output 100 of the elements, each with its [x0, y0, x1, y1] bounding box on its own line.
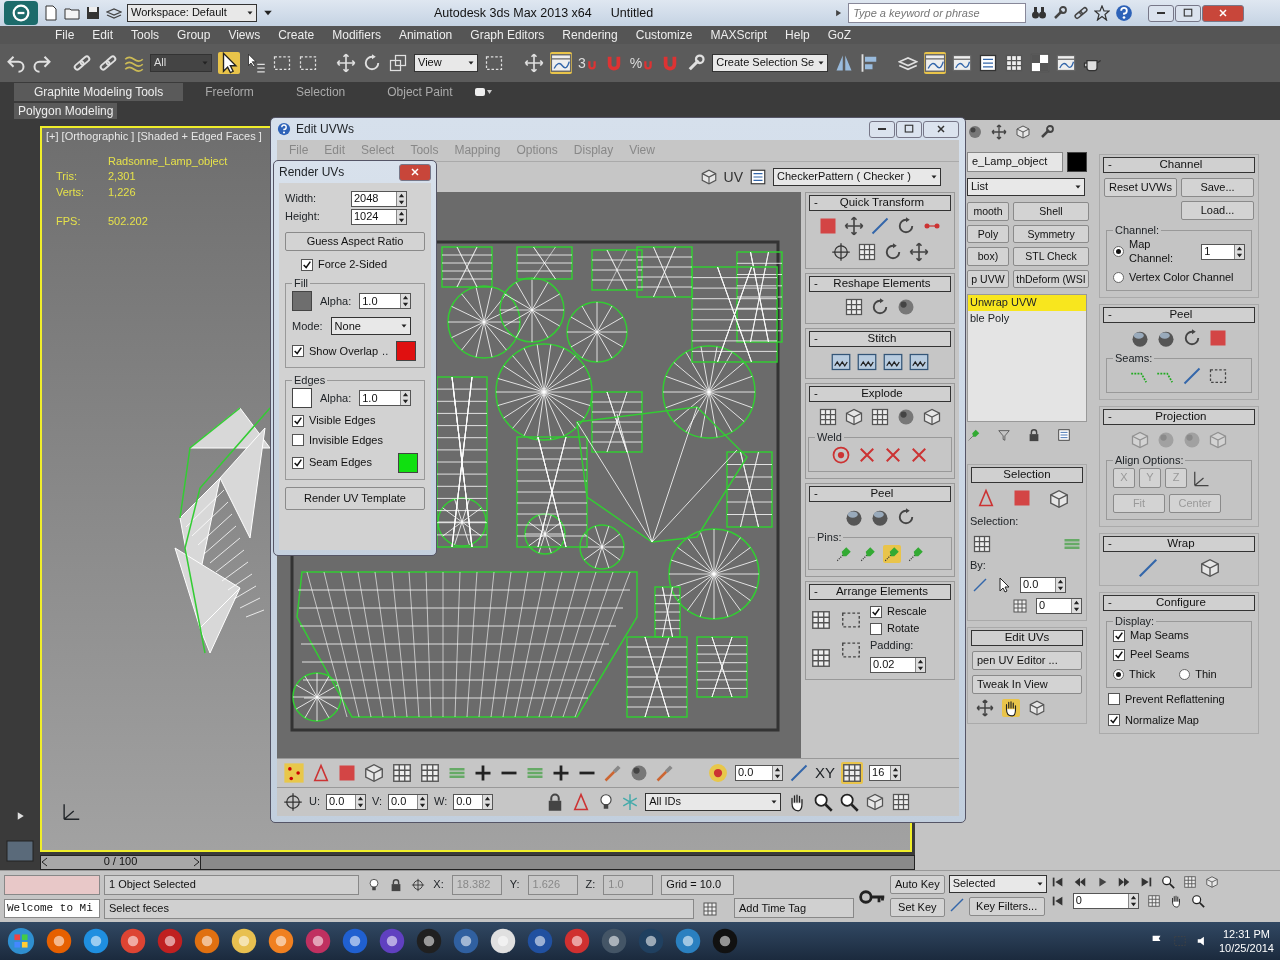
guess-aspect-button[interactable]: Guess Aspect Ratio	[285, 232, 425, 252]
menu-item[interactable]: Help	[776, 27, 819, 43]
menu-item[interactable]: Animation	[389, 27, 462, 43]
rollout-header[interactable]: - Channel	[1103, 157, 1255, 173]
viewport-label[interactable]: [+] [Orthographic ] [Shaded + Edged Faces ]	[46, 130, 262, 142]
window-title: Edit UVWs	[296, 121, 354, 137]
ribbon-tab[interactable]: Selection	[275, 82, 366, 102]
rollout-header[interactable]: - Reshape Elements	[809, 276, 951, 292]
rollout-header[interactable]: - Configure	[1103, 595, 1255, 612]
menu-item[interactable]: Group	[168, 27, 220, 43]
radio-label: Map Channel:	[1129, 238, 1175, 265]
alpha-spinner[interactable]: 1.0	[359, 390, 412, 407]
modifier-button[interactable]: box)	[967, 247, 1009, 266]
rollout-header[interactable]: Selection	[971, 467, 1083, 484]
modifier-button[interactable]: Shell	[1013, 202, 1089, 221]
ribbon-tab[interactable]: Object Paint	[367, 82, 473, 102]
editor-button[interactable]: pen UV Editor ...	[972, 650, 1082, 670]
size-spinner[interactable]: 2048	[351, 191, 407, 207]
menu-item[interactable]: GoZ	[818, 27, 861, 43]
rollout-header[interactable]: - Wrap	[1103, 536, 1255, 553]
texture-dropdown[interactable]: CheckerPattern ( Checker )	[773, 168, 941, 186]
ribbon-tab[interactable]: Graphite Modeling Tools	[14, 82, 184, 102]
key-filters-button[interactable]: Key Filters...	[968, 897, 1045, 917]
menu-item[interactable]: Tools	[122, 27, 169, 43]
menu-item[interactable]: Views	[219, 27, 270, 43]
falloff-spinner[interactable]: 0.0	[735, 765, 783, 781]
menu-item[interactable]: Customize	[626, 27, 702, 43]
clock-time: 12:31 PM	[1221, 926, 1271, 941]
menu-item[interactable]: Modifiers	[323, 27, 390, 43]
mode-dropdown[interactable]: None	[330, 317, 411, 336]
checkbox-label: Normalize Map	[1125, 713, 1199, 728]
size-spinner[interactable]: 1024	[351, 209, 407, 225]
alpha-spinner[interactable]: 1.0	[359, 293, 412, 310]
set-key-button[interactable]: Set Key	[890, 898, 945, 918]
editor-button[interactable]: Tweak In View	[972, 674, 1082, 695]
time-slider-track[interactable]: 0 / 100	[40, 854, 915, 870]
checkbox-label: Invisible Edges	[309, 433, 383, 447]
reset-button[interactable]: Reset UVWs	[1104, 178, 1177, 198]
group-label: Edges	[293, 375, 327, 387]
menu-item[interactable]: Create	[269, 27, 324, 43]
coord-spinner[interactable]: 0.0	[388, 794, 428, 810]
render-template-button[interactable]: Render UV Template	[285, 486, 425, 510]
menu-item[interactable]: File	[46, 27, 84, 43]
rollout-header[interactable]: - Peel	[1103, 306, 1255, 323]
rollout-header[interactable]: - Stitch	[809, 331, 951, 347]
object-name-field[interactable]: e_Lamp_object	[967, 152, 1063, 172]
menu-item[interactable]: Graph Editors	[461, 27, 554, 43]
group-label: Display:	[1114, 616, 1156, 628]
selection-filter-dropdown[interactable]: All	[150, 54, 212, 72]
rollout-header[interactable]: Edit UVs	[971, 629, 1083, 646]
padding-spinner[interactable]: 0.02	[870, 656, 926, 673]
ribbon-panel-tab[interactable]: Polygon Modeling	[14, 102, 118, 120]
ribbon-tab[interactable]: Freeform	[185, 82, 274, 102]
snap-toggle-button[interactable]: 3	[578, 54, 598, 72]
coord-label: V:	[372, 795, 382, 809]
checkbox-label: Show Overlap	[309, 344, 379, 358]
script-output-field[interactable]: Welcome to Mi	[4, 898, 100, 918]
grid-spinner[interactable]: 16	[869, 765, 901, 781]
modifier-stack-item[interactable]: ble Poly	[968, 310, 1086, 326]
threshold-spinner[interactable]: 0.0	[1020, 576, 1066, 593]
menu-item[interactable]: Rendering	[553, 27, 627, 43]
modifier-stack-item[interactable]: Unwrap UVW	[968, 295, 1086, 311]
frame-spinner[interactable]: 0	[1072, 893, 1139, 909]
group-label: Align Options:	[1114, 454, 1185, 466]
group-label: Fill	[293, 278, 310, 290]
coord-spinner[interactable]: 0.0	[326, 794, 366, 810]
save-button[interactable]: Save...	[1181, 178, 1254, 198]
group-label: Pins:	[816, 532, 843, 543]
modifier-button[interactable]: Poly	[967, 224, 1009, 244]
rollout-header[interactable]: - Peel	[809, 486, 951, 502]
map-channel-spinner[interactable]: 1	[1201, 243, 1245, 260]
stat-value: 502.202	[108, 214, 149, 228]
modifier-button[interactable]: thDeform (WSI	[1013, 269, 1089, 289]
reference-coordinate-dropdown[interactable]: View	[414, 54, 478, 72]
window-title: Autodesk 3ds Max 2013 x64	[434, 5, 592, 21]
frame-position: 0 / 100	[103, 855, 138, 869]
clock-date: 10/25/2014	[1218, 941, 1274, 956]
load-button[interactable]: Load...	[1181, 201, 1254, 221]
rollout-header[interactable]: - Explode	[809, 386, 951, 402]
rollout-header[interactable]: - Quick Transform	[809, 195, 951, 211]
time-tag-button[interactable]: Add Time Tag	[734, 898, 854, 918]
modifier-button[interactable]: mooth	[967, 202, 1009, 221]
named-selection-field[interactable]: Create Selection Se	[712, 54, 829, 72]
search-field[interactable]: Type a keyword or phrase	[848, 3, 1027, 23]
rollout-header[interactable]: - Arrange Elements	[809, 584, 951, 600]
time-slider-thumb[interactable]: 0 / 100	[41, 855, 201, 869]
modifier-list-dropdown[interactable]: List	[967, 178, 1085, 196]
modifier-button[interactable]: Symmetry	[1013, 224, 1089, 244]
percent-snap-button[interactable]: %	[629, 54, 655, 72]
coord-spinner[interactable]: 0.0	[453, 794, 494, 810]
id-filter-dropdown[interactable]: All IDs	[645, 793, 782, 811]
modifier-button[interactable]: p UVW	[967, 269, 1009, 289]
key-mode-dropdown[interactable]: Selected	[948, 875, 1047, 893]
count-spinner[interactable]: 0	[1036, 597, 1082, 614]
group-label: By:	[969, 558, 987, 572]
workspace-dropdown[interactable]: Workspace: Default	[127, 4, 257, 22]
menu-item[interactable]: Edit	[83, 27, 123, 43]
auto-key-button[interactable]: Auto Key	[890, 875, 945, 895]
modifier-button[interactable]: STL Check	[1013, 247, 1089, 266]
menu-item[interactable]: MAXScript	[701, 27, 777, 43]
